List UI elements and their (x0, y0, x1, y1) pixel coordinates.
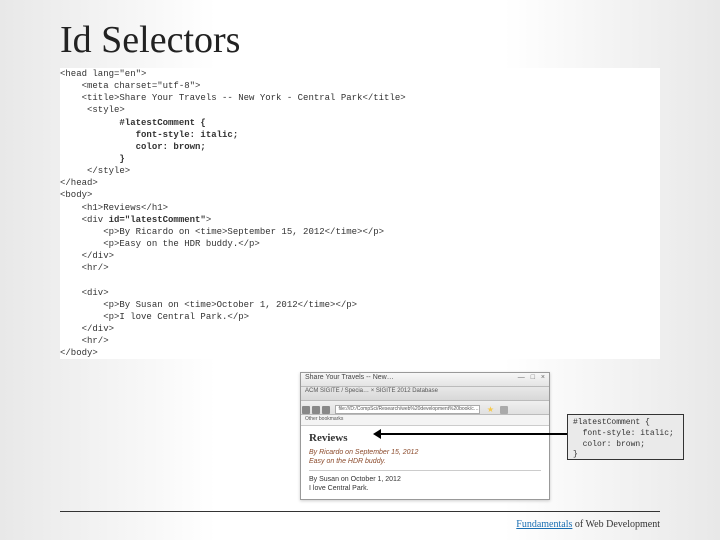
url-input[interactable]: file:///D:/CompSci/Research/web%20develo… (335, 405, 480, 414)
review-byline: By Ricardo on September 15, 2012 (309, 448, 541, 457)
bookmark-star-icon[interactable]: ★ (487, 405, 494, 414)
code-line: <p>I love Central Park.</p> (60, 312, 249, 322)
footer-link: Fundamentals (516, 519, 572, 530)
normal-comment: By Susan on October 1, 2012 I love Centr… (309, 475, 541, 493)
review-byline: By Susan on October 1, 2012 (309, 475, 541, 484)
code-line: #latestComment { (60, 118, 206, 128)
review-text: Easy on the HDR buddy. (309, 457, 541, 466)
code-line: <p>Easy on the HDR buddy.</p> (60, 239, 260, 249)
code-line: <div (60, 215, 109, 225)
code-line: <div> (60, 288, 109, 298)
code-line: id="latestComment" (109, 215, 206, 225)
bookmark-bar: Other bookmarks (301, 415, 549, 426)
window-controls-icon: — □ × (518, 374, 547, 381)
code-line: font-style: italic; (60, 130, 238, 140)
arrow-line (377, 433, 567, 435)
window-title: Share Your Travels -- New… (305, 374, 394, 381)
code-line: <style> (60, 105, 125, 115)
arrow-head-icon (373, 429, 381, 439)
browser-tab[interactable]: SIGITE 2012 Database (376, 388, 438, 394)
browser-titlebar: Share Your Travels -- New… — □ × (301, 373, 549, 387)
code-line: <body> (60, 190, 92, 200)
code-line: <p>By Susan on <time>October 1, 2012</ti… (60, 300, 357, 310)
forward-icon[interactable] (312, 406, 320, 414)
latest-comment: By Ricardo on September 15, 2012 Easy on… (309, 448, 541, 466)
code-line: <head lang="en"> (60, 69, 146, 79)
code-line: </style> (60, 166, 130, 176)
bookmark-item[interactable]: Other bookmarks (305, 416, 343, 422)
menu-icon[interactable] (500, 406, 508, 414)
code-line: color: brown; (60, 142, 206, 152)
code-block: <head lang="en"> <meta charset="utf-8"> … (60, 68, 660, 359)
code-line: } (60, 154, 125, 164)
reload-icon[interactable] (322, 406, 330, 414)
code-line: <meta charset="utf-8"> (60, 81, 200, 91)
review-text: I love Central Park. (309, 484, 541, 493)
code-line: <title>Share Your Travels -- New York - … (60, 93, 406, 103)
css-callout-box: #latestComment { font-style: italic; col… (567, 414, 684, 460)
code-line: <h1>Reviews</h1> (60, 203, 168, 213)
footer-divider (60, 511, 660, 512)
code-line: <p>By Ricardo on <time>September 15, 201… (60, 227, 384, 237)
code-line: </head> (60, 178, 98, 188)
code-line: > (206, 215, 211, 225)
back-icon[interactable] (302, 406, 310, 414)
code-line: <hr/> (60, 263, 109, 273)
browser-window: Share Your Travels -- New… — □ × ACM SIG… (300, 372, 550, 500)
divider (309, 470, 541, 471)
footer-rest: of Web Development (572, 519, 660, 530)
code-line: <hr/> (60, 336, 109, 346)
code-line: </div> (60, 324, 114, 334)
browser-tab[interactable]: ACM SIGITE / Specia… (305, 388, 369, 394)
footer-text: Fundamentals of Web Development (516, 519, 660, 530)
code-line: </div> (60, 251, 114, 261)
slide-title: Id Selectors (0, 0, 720, 68)
browser-tab-strip: ACM SIGITE / Specia… × SIGITE 2012 Datab… (301, 387, 549, 401)
browser-content: Reviews By Ricardo on September 15, 2012… (301, 426, 549, 497)
browser-toolbar: file:///D:/CompSci/Research/web%20develo… (301, 401, 549, 415)
code-line: </body> (60, 348, 98, 358)
